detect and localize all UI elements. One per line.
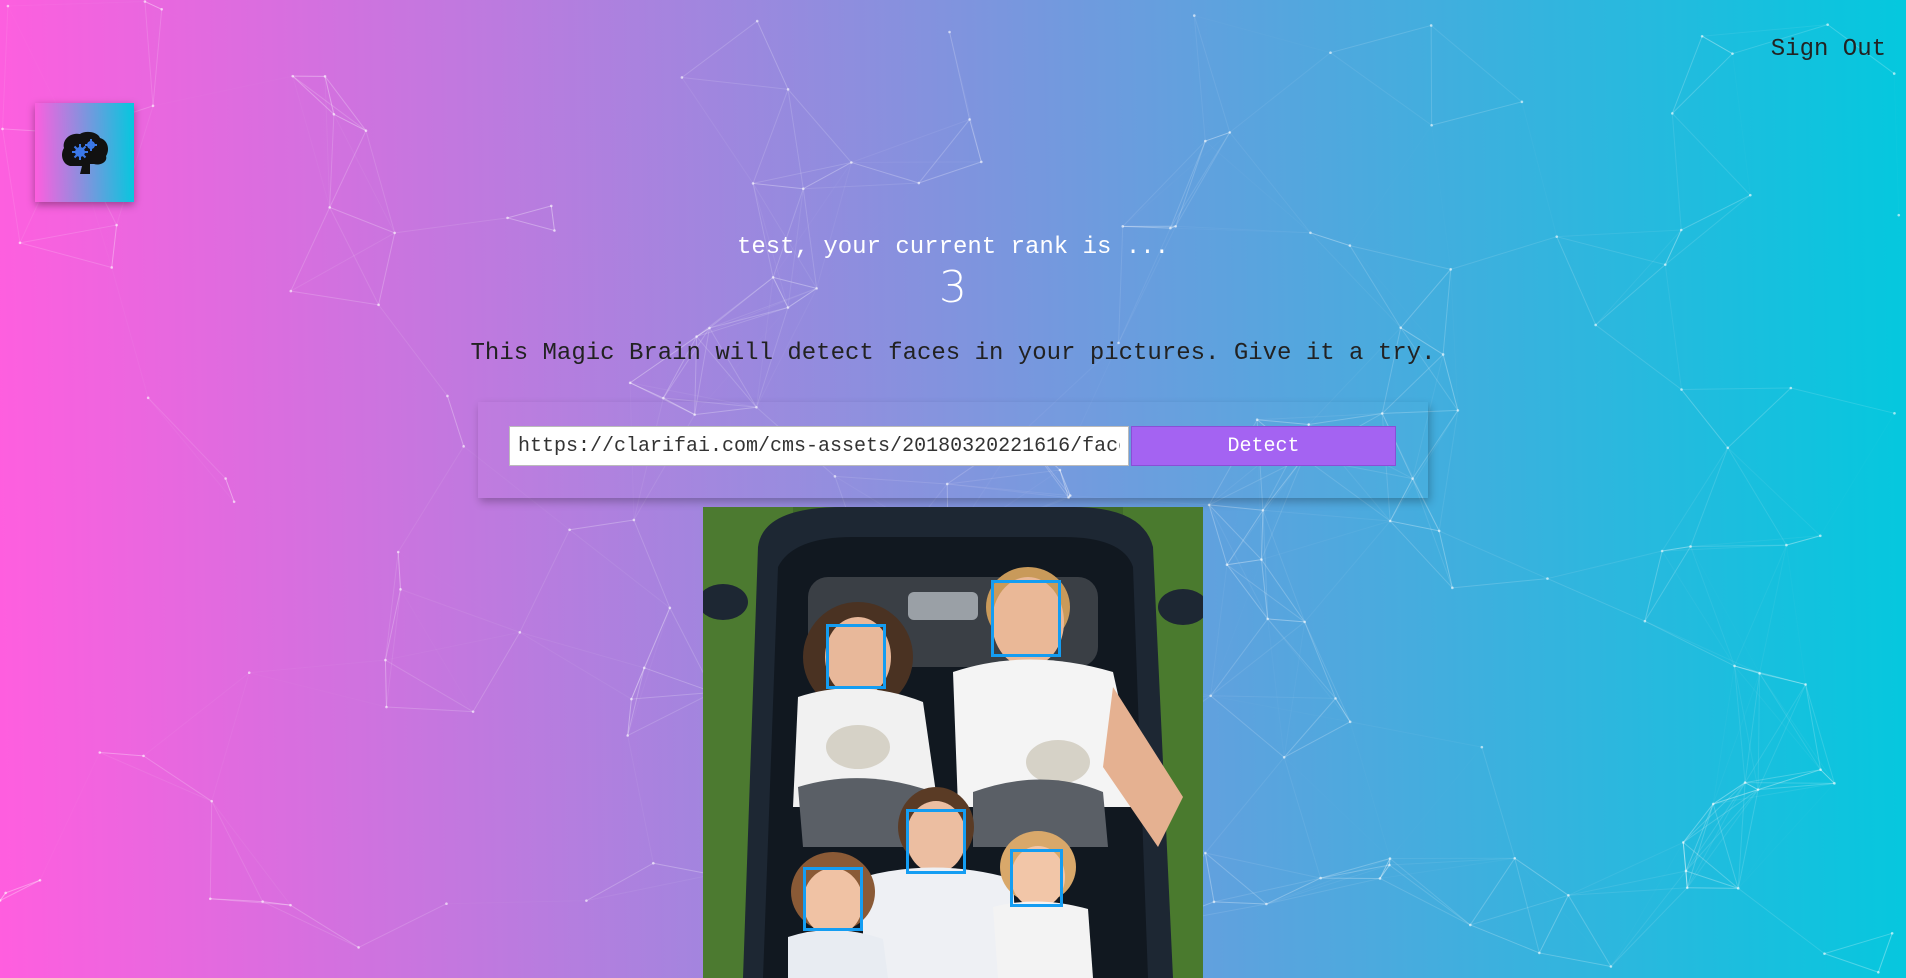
detect-button[interactable]: Detect — [1131, 426, 1396, 466]
face-box — [803, 867, 863, 931]
face-box — [1010, 849, 1063, 907]
brain-gears-icon — [61, 131, 108, 174]
intro-tagline: This Magic Brain will detect faces in yo… — [470, 340, 1436, 367]
rank-number: 3 — [939, 262, 967, 313]
face-box — [991, 580, 1061, 657]
face-box — [826, 624, 886, 689]
sign-out-link[interactable]: Sign Out — [1771, 36, 1886, 63]
app-logo[interactable] — [35, 103, 134, 202]
result-image — [703, 507, 1203, 978]
rank-message: test, your current rank is ... — [736, 234, 1170, 261]
face-box — [906, 809, 966, 874]
image-url-input[interactable] — [509, 426, 1129, 466]
family-car-photo — [703, 507, 1203, 978]
